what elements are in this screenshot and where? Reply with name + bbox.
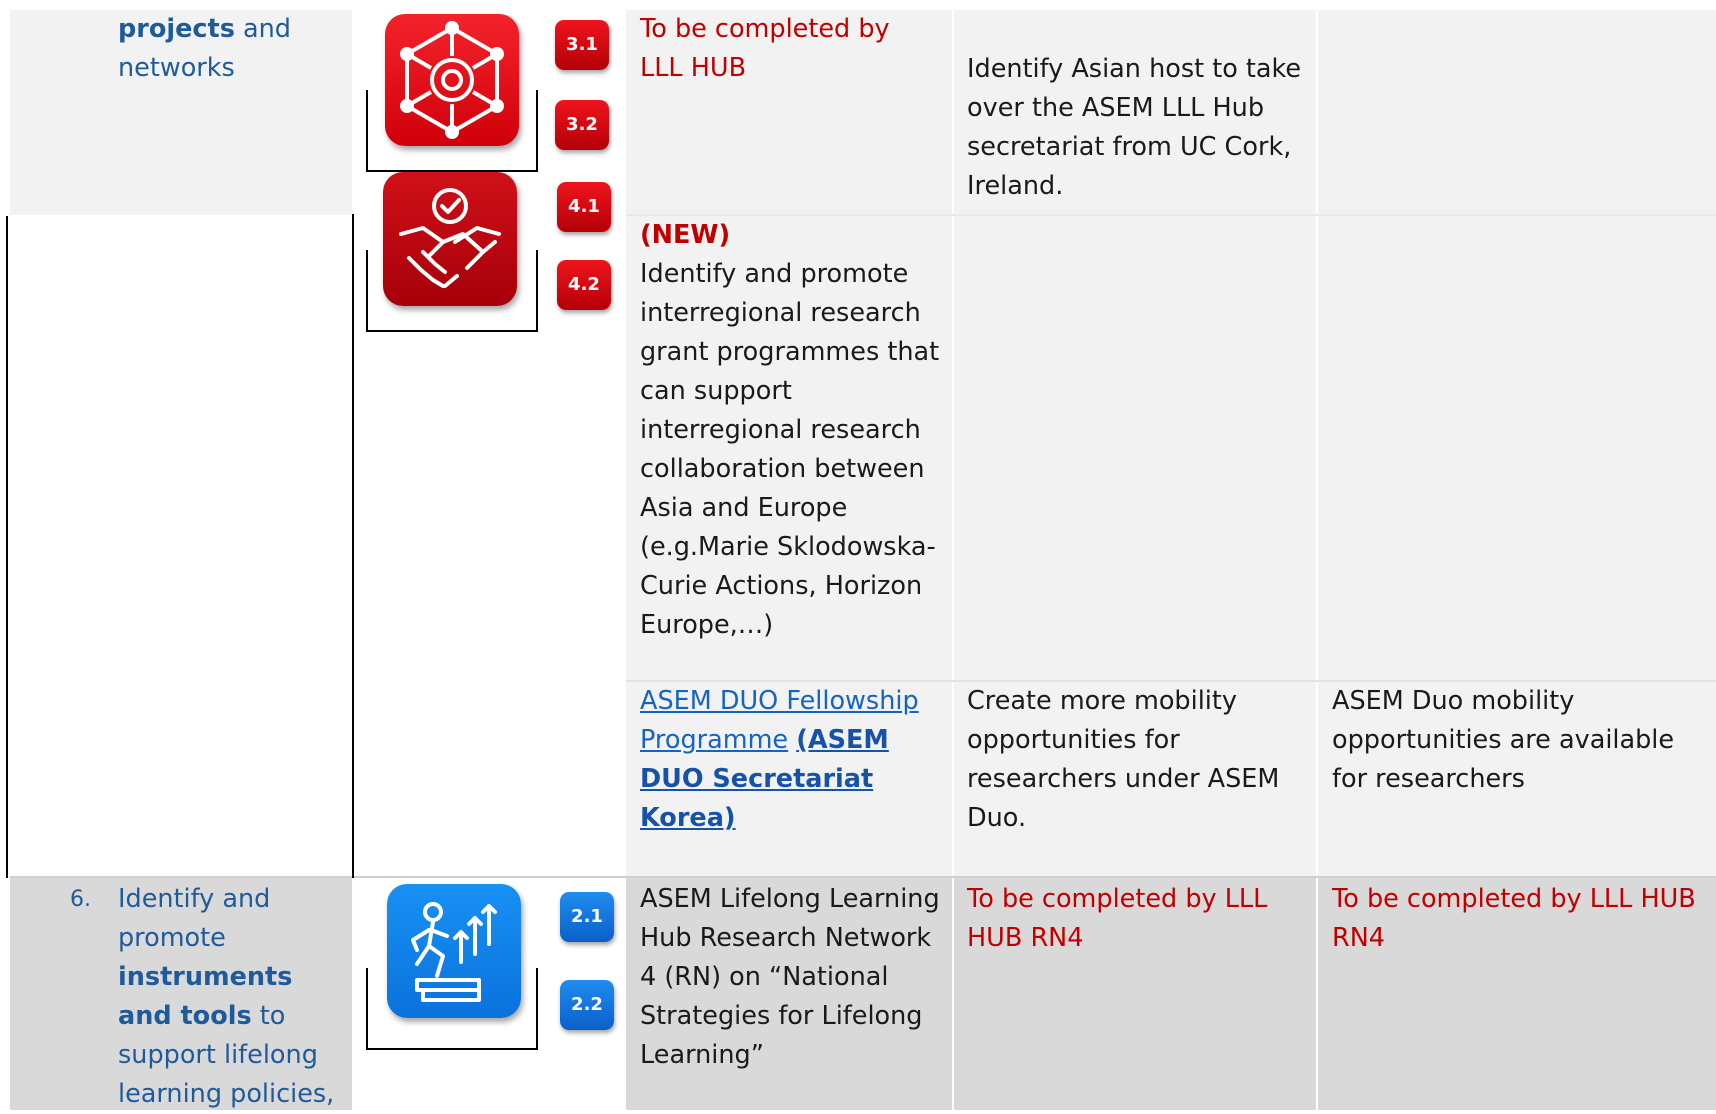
col-sep <box>352 878 354 1110</box>
sdg-badge: 3.1 <box>555 20 609 70</box>
table-border-col1 <box>352 214 354 878</box>
objective-instruments: Identify and promote instruments and too… <box>118 880 350 1114</box>
expected-mobility: Create more mobility opportunities for r… <box>967 686 1280 833</box>
result-to-be-completed: To be completed by LLL HUB RN4 <box>1332 884 1696 953</box>
sdg-badge: 4.1 <box>557 182 611 232</box>
expected-to-be-completed: To be completed by LLL HUB RN4 <box>967 884 1268 953</box>
row-number: 6. <box>70 887 91 912</box>
objective-rest: and <box>234 14 291 44</box>
climbing-growth-icon <box>387 884 521 1018</box>
row-divider <box>10 876 1716 878</box>
activity-to-be-completed: To be completed by LLL HUB <box>640 14 890 83</box>
objective-part1: Identify and promote <box>118 884 271 953</box>
activity-research-network-4: ASEM Lifelong Learning Hub Research Netw… <box>640 884 940 1070</box>
network-gear-icon <box>385 14 519 146</box>
activity-asem-duo: ASEM DUO Fellowship Programme (ASEM DUO … <box>640 682 940 838</box>
col-sep <box>624 10 626 1110</box>
sdg-badge: 2.2 <box>560 980 614 1030</box>
col-sep <box>1316 10 1318 1110</box>
sdg-badge: 2.1 <box>560 892 614 942</box>
col-sep <box>952 10 954 1110</box>
table-border-left <box>6 216 8 878</box>
objective-line2: networks <box>118 53 235 83</box>
sdg-badge: 3.2 <box>555 100 609 150</box>
expected-asian-host: Identify Asian host to take over the ASE… <box>967 54 1302 201</box>
objective-text: projects and networks <box>118 10 348 88</box>
objective-bold: projects <box>118 14 235 44</box>
handshake-check-icon <box>383 172 517 306</box>
activity-research-grants: Identify and promote interregional resea… <box>640 259 940 640</box>
result-mobility: ASEM Duo mobility opportunities are avai… <box>1332 686 1675 794</box>
new-tag: (NEW) <box>640 220 731 250</box>
sdg-badge: 4.2 <box>557 260 611 310</box>
